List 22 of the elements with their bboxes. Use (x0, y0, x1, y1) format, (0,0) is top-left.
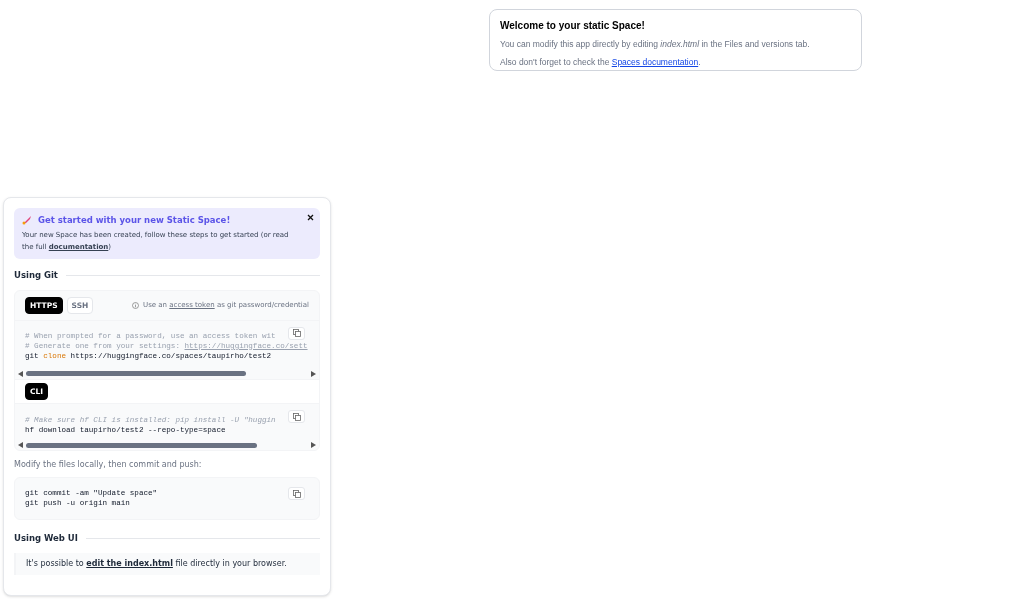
scroll-right-icon[interactable] (311, 442, 316, 448)
edit-link[interactable]: edit the index.html (86, 558, 173, 568)
section-heading: Using Git (14, 268, 58, 282)
copy-button[interactable] (288, 410, 305, 423)
copy-button[interactable] (288, 326, 305, 340)
copy-button[interactable] (288, 487, 305, 500)
close-icon (306, 213, 314, 221)
card-title: Welcome to your static Space! (500, 19, 646, 33)
card-text: You can modify this app directly by editing index.html in the Files and versions tab. (500, 38, 811, 51)
copy-icon (292, 412, 301, 421)
card-text: Also don't forget to check the Spaces documentation. (500, 55, 702, 69)
copy-icon (292, 489, 301, 498)
instruction-text: Modify the files locally, then commit and push: (14, 459, 203, 471)
scroll-left-icon[interactable] (18, 442, 23, 448)
close-button[interactable] (306, 213, 314, 221)
web-ui-text: It's possible to edit the index.html file directly in your browser. (14, 552, 320, 575)
banner-title: Get started with your new Static Space! (38, 214, 231, 227)
scroll-left-icon[interactable] (18, 370, 23, 377)
section-heading: Using Web UI (14, 532, 78, 545)
scroll-right-icon[interactable] (311, 370, 316, 377)
info-icon (132, 301, 139, 309)
copy-icon (292, 329, 301, 338)
